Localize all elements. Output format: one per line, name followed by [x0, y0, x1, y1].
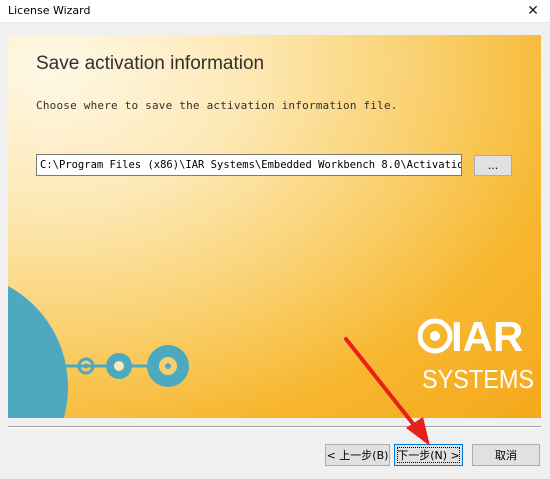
cancel-button[interactable]: 取消 [472, 444, 540, 466]
logo-text-systems: SYSTEMS [422, 364, 534, 394]
medium-ring-hole [114, 361, 124, 371]
large-ring-core [165, 363, 171, 369]
logo-dot [430, 331, 440, 341]
page-title: Save activation information [36, 53, 265, 74]
window-title: License Wizard [8, 4, 91, 17]
browse-button[interactable]: ... [474, 155, 512, 176]
wizard-panel: Save activation information Choose where… [8, 35, 541, 418]
iar-logo: IAR SYSTEMS [418, 313, 534, 394]
large-teal-circle [8, 286, 68, 418]
logo-text-iar: IAR [451, 313, 523, 360]
instruction-text: Choose where to save the activation info… [36, 99, 398, 112]
footer-divider [8, 426, 541, 428]
arrow-head [406, 417, 430, 446]
next-button[interactable]: 下一步(N) > [394, 444, 463, 466]
activation-path-input[interactable]: C:\Program Files (x86)\IAR Systems\Embed… [36, 154, 462, 176]
back-button[interactable]: < 上一步(B) [325, 444, 390, 466]
close-icon[interactable]: ✕ [516, 0, 550, 22]
small-ring-core [83, 363, 89, 369]
decorative-circles [8, 286, 189, 418]
title-bar: License Wizard ✕ [0, 0, 550, 23]
